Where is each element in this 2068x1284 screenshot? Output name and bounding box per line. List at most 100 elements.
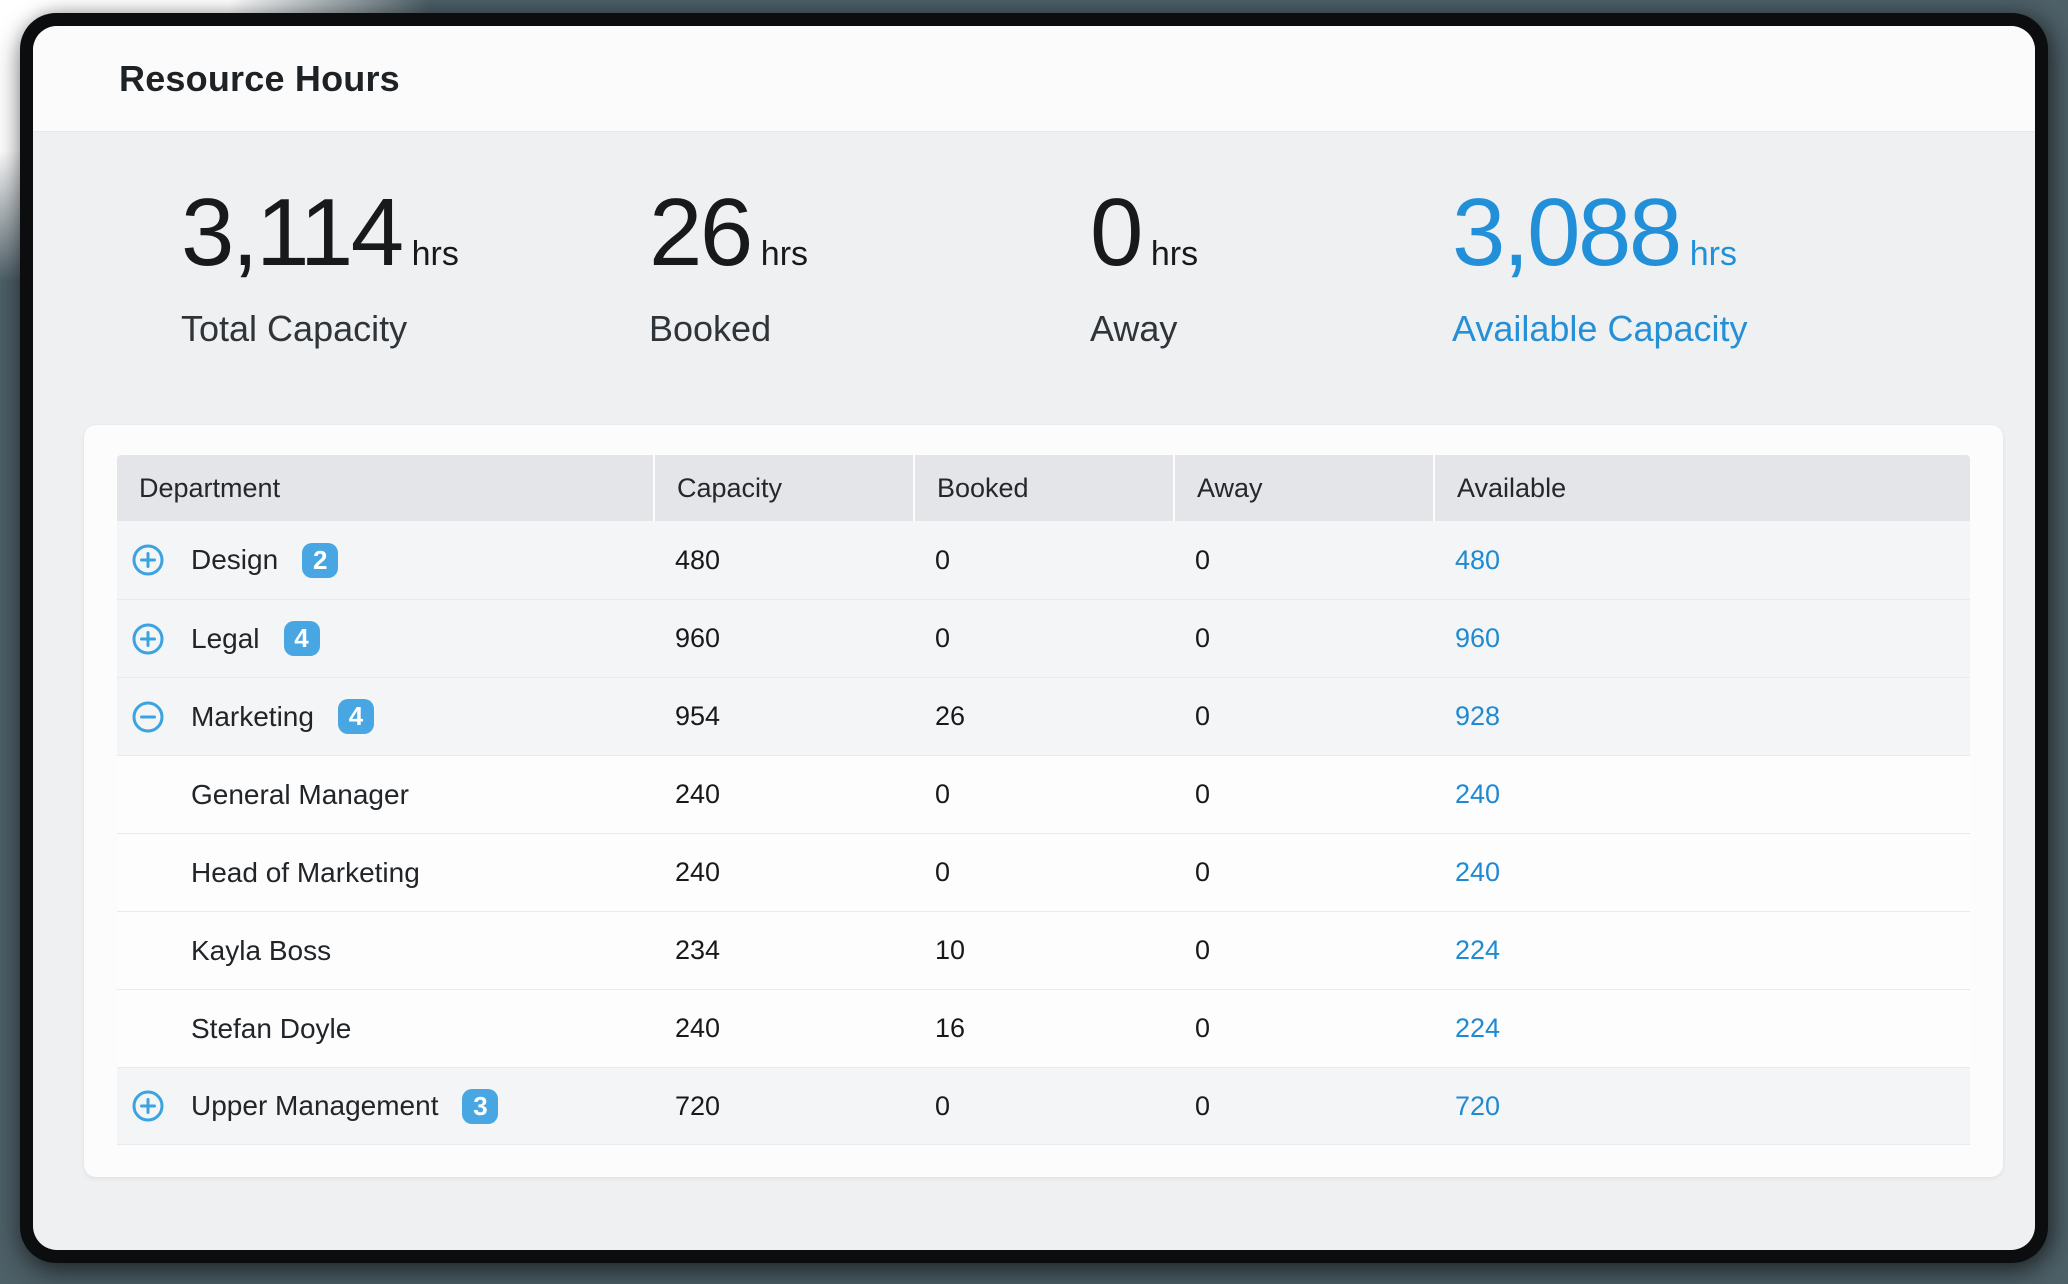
stat-away: 0 hrs Away — [1090, 184, 1452, 350]
department-row-legal[interactable]: Legal496000960 — [117, 599, 1970, 677]
table-header-row: Department Capacity Booked Away Available — [117, 455, 1970, 521]
capacity-value: 240 — [653, 1013, 913, 1044]
expand-plus-icon[interactable] — [132, 1090, 164, 1122]
away-value: 0 — [1173, 623, 1433, 654]
booked-value: 0 — [913, 545, 1173, 576]
stat-unit: hrs — [761, 235, 808, 274]
expand-plus-icon[interactable] — [132, 623, 164, 655]
member-count-badge: 4 — [284, 621, 320, 656]
stat-value-row: 3,088 hrs — [1452, 184, 1748, 282]
member-name: General Manager — [191, 779, 409, 811]
capacity-value: 240 — [653, 779, 913, 810]
collapse-minus-icon[interactable] — [132, 701, 164, 733]
away-value: 0 — [1173, 935, 1433, 966]
booked-value: 26 — [913, 701, 1173, 732]
department-name: Marketing — [191, 701, 314, 733]
available-value[interactable]: 240 — [1433, 779, 1970, 810]
available-value[interactable]: 720 — [1433, 1091, 1970, 1122]
name-cell: Stefan Doyle — [117, 1013, 653, 1045]
available-value[interactable]: 480 — [1433, 545, 1970, 576]
available-value[interactable]: 224 — [1433, 1013, 1970, 1044]
table-body: Design248000480Legal496000960Marketing49… — [117, 521, 1970, 1145]
stat-label: Available Capacity — [1452, 308, 1748, 350]
department-name: Upper Management — [191, 1090, 438, 1122]
stat-value: 3,088 — [1452, 184, 1680, 282]
stat-value-row: 26 hrs — [649, 184, 1090, 282]
available-value[interactable]: 928 — [1433, 701, 1970, 732]
column-header-label: Available — [1457, 473, 1566, 504]
stat-available-capacity: 3,088 hrs Available Capacity — [1452, 184, 1748, 350]
member-count-badge: 3 — [462, 1089, 498, 1124]
name-cell: Upper Management 3 — [117, 1089, 653, 1124]
column-header-label: Capacity — [677, 473, 782, 504]
capacity-value: 480 — [653, 545, 913, 576]
stat-value: 26 — [649, 184, 751, 282]
member-row-stefan-doyle: Stefan Doyle 240160224 — [117, 989, 1970, 1067]
away-value: 0 — [1173, 1013, 1433, 1044]
capacity-value: 240 — [653, 857, 913, 888]
booked-value: 0 — [913, 1091, 1173, 1122]
capacity-value: 234 — [653, 935, 913, 966]
available-value[interactable]: 960 — [1433, 623, 1970, 654]
booked-value: 16 — [913, 1013, 1173, 1044]
column-header-label: Away — [1197, 473, 1263, 504]
stat-label: Booked — [649, 308, 1090, 350]
capacity-value: 954 — [653, 701, 913, 732]
stat-value: 3,114 — [181, 184, 402, 282]
department-name: Legal — [191, 623, 260, 655]
window-frame: Resource Hours 3,114hrsTotal Capacity26h… — [20, 13, 2048, 1263]
away-value: 0 — [1173, 1091, 1433, 1122]
column-header-away: Away — [1173, 455, 1433, 521]
stat-total-capacity: 3,114 hrs Total Capacity — [181, 184, 649, 350]
booked-value: 0 — [913, 857, 1173, 888]
available-value[interactable]: 224 — [1433, 935, 1970, 966]
capacity-value: 720 — [653, 1091, 913, 1122]
column-header-booked: Booked — [913, 455, 1173, 521]
booked-value: 10 — [913, 935, 1173, 966]
member-name: Head of Marketing — [191, 857, 420, 889]
booked-value: 0 — [913, 623, 1173, 654]
window-header: Resource Hours — [33, 26, 2035, 132]
expand-plus-icon[interactable] — [132, 544, 164, 576]
stat-value: 0 — [1090, 184, 1141, 282]
away-value: 0 — [1173, 857, 1433, 888]
stats-row: 3,114 hrs Total Capacity26 hrs Booked0 hrs Awa… — [181, 184, 1748, 350]
away-value: 0 — [1173, 545, 1433, 576]
stat-unit: hrs — [1151, 235, 1198, 274]
resource-table-card: Department Capacity Booked Away Available De… — [84, 425, 2003, 1177]
department-row-design[interactable]: Design248000480 — [117, 521, 1970, 599]
department-row-marketing[interactable]: Marketing 4 954260928 — [117, 677, 1970, 755]
away-value: 0 — [1173, 701, 1433, 732]
name-cell: Kayla Boss — [117, 935, 653, 967]
name-cell: Marketing 4 — [117, 699, 653, 734]
name-cell: Head of Marketing — [117, 857, 653, 889]
capacity-value: 960 — [653, 623, 913, 654]
member-name: Kayla Boss — [191, 935, 331, 967]
department-name: Design — [191, 544, 278, 576]
away-value: 0 — [1173, 779, 1433, 810]
window-body: 3,114hrsTotal Capacity26hrsBooked0hrsAwa… — [33, 132, 2035, 1250]
member-row-head-of-marketing: Head of Marketing24000240 — [117, 833, 1970, 911]
name-cell: Legal 4 — [117, 621, 653, 656]
stat-unit: hrs — [1690, 235, 1737, 274]
department-row-upper-management[interactable]: Upper Management372000720 — [117, 1067, 1970, 1145]
stat-label: Away — [1090, 308, 1452, 350]
member-count-badge: 4 — [338, 699, 374, 734]
booked-value: 0 — [913, 779, 1173, 810]
column-header-available: Available — [1433, 455, 1970, 521]
name-cell: General Manager — [117, 779, 653, 811]
name-cell: Design 2 — [117, 543, 653, 578]
stat-value-row: 3,114 hrs — [181, 184, 649, 282]
column-header-label: Department — [139, 473, 280, 504]
resource-hours-window: Resource Hours 3,114hrsTotal Capacity26h… — [33, 26, 2035, 1250]
stat-label: Total Capacity — [181, 308, 649, 350]
page-title: Resource Hours — [119, 58, 400, 100]
stat-booked: 26 hrs Booked — [649, 184, 1090, 350]
member-row-kayla-boss: Kayla Boss 234100224 — [117, 911, 1970, 989]
member-count-badge: 2 — [302, 543, 338, 578]
member-name: Stefan Doyle — [191, 1013, 351, 1045]
available-value[interactable]: 240 — [1433, 857, 1970, 888]
column-header-capacity: Capacity — [653, 455, 913, 521]
stat-unit: hrs — [412, 235, 459, 274]
column-header-label: Booked — [937, 473, 1029, 504]
